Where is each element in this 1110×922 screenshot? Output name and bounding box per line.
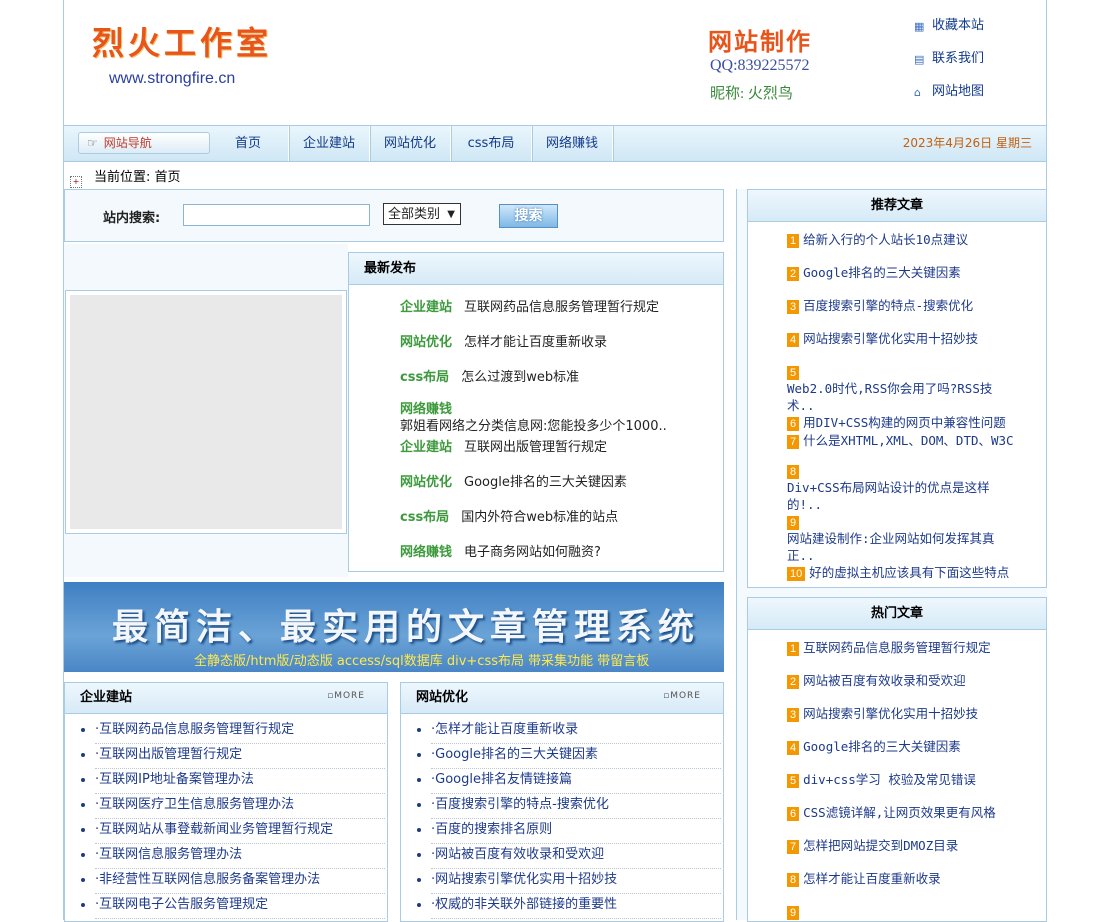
search-button[interactable]: 搜索 (499, 204, 558, 228)
list-item[interactable]: ·互联网医疗卫生信息服务管理办法 (95, 794, 385, 819)
list-item[interactable]: 5 Web2.0时代,RSS你会用了吗?RSS技术.. (787, 363, 1019, 414)
home-icon: ⌂ (914, 86, 921, 99)
list-item[interactable]: ·网站搜索引擎优化实用十招妙技 (431, 869, 721, 894)
list-item[interactable]: 8 Div+CSS布局网站设计的优点是这样的!.. (787, 462, 1019, 513)
site-url: www.strongfire.cn (109, 70, 236, 87)
list-item[interactable]: 网站优化 怎样才能让百度重新收录 (400, 331, 607, 350)
more-link[interactable]: ▫MORE (663, 691, 701, 701)
ad-nickname: 昵称: 火烈鸟 (710, 86, 793, 102)
list-item[interactable]: ·权威的非关联外部链接的重要性 (431, 894, 721, 919)
list-item[interactable]: ·怎样才能让百度重新收录 (431, 719, 721, 744)
nav-item-youhua[interactable]: 网站优化 (370, 126, 451, 161)
bookmark-icon: ▦ (914, 20, 925, 33)
right-column: 推荐文章 热门文章 1 给新入行的个人站长10点建议 2 Google排名的三大关键… (736, 189, 1047, 922)
category-select[interactable]: 全部类别 ▼ (383, 203, 461, 225)
nav-item-zhuanqian[interactable]: 网络赚钱 (532, 126, 613, 161)
list-item[interactable]: 9 网站建设制作:企业网站如何发挥其真正.. (787, 513, 1019, 564)
list-item[interactable]: ·互联网站从事登载新闻业务管理暂行规定 (95, 819, 385, 844)
list-item[interactable]: ·百度搜索引擎的特点-搜索优化 (431, 794, 721, 819)
list-item[interactable]: ·互联网出版管理暂行规定 (95, 744, 385, 769)
list-item[interactable]: 8 怎样才能让百度重新收录 (787, 870, 1019, 887)
list-item[interactable]: 3 百度搜索引擎的特点-搜索优化 (787, 297, 1019, 314)
ad-title: 网站制作 (708, 27, 812, 56)
list-item[interactable]: ·互联网电子公告服务管理规定 (95, 894, 385, 919)
list-item[interactable]: 网络赚钱 电子商务网站如何融资? (400, 541, 601, 560)
list-item[interactable]: ·互联网信息服务管理办法 (95, 844, 385, 869)
bookmark-link[interactable]: ▦ 收藏本站 (914, 14, 984, 47)
nav-label: ☞ 网站导航 (78, 132, 210, 154)
list-item[interactable]: ·非经营性互联网信息服务备案管理办法 (95, 869, 385, 894)
list-item[interactable]: 企业建站 互联网出版管理暂行规定 (400, 436, 607, 455)
location-marker-icon: + (70, 176, 82, 188)
ad-qq: QQ:839225572 (710, 57, 810, 74)
search-input[interactable] (183, 204, 370, 226)
list-item[interactable]: 1 互联网药品信息服务管理暂行规定 (787, 639, 1019, 656)
list-item[interactable]: 6 CSS滤镜详解,让网页效果更有风格 (787, 804, 1019, 821)
site-logo[interactable]: 烈火工作室 (92, 18, 272, 64)
banner-subtitle: 全静态版/htm版/动态版 access/sql数据库 div+css布局 带采… (194, 654, 650, 669)
current-date: 2023年4月26日 星期三 (902, 136, 1032, 150)
list-item[interactable]: css布局 怎么过渡到web标准 (400, 366, 579, 385)
list-item[interactable]: 7 怎样把网站提交到DMOZ目录 (787, 837, 1019, 854)
top-links: ▦ 收藏本站 ▤ 联系我们 ⌂ 网站地图 (914, 14, 984, 113)
hot-title: 热门文章 (748, 598, 1046, 630)
site-search: 站内搜索: 全部类别 ▼ 搜索 (64, 189, 724, 242)
list-item[interactable]: ·网站被百度有效收录和受欢迎 (431, 844, 721, 869)
list-item[interactable]: 10 好的虚拟主机应该具有下面这些特点 (787, 564, 1019, 581)
chevron-down-icon: ▼ (447, 209, 455, 220)
list-item[interactable]: ·百度的搜索排名原则 (431, 819, 721, 844)
list-item[interactable]: 5 div+css学习 校验及常见错误 (787, 771, 1019, 788)
image-slot (65, 290, 347, 534)
list-item[interactable]: 4 网站搜索引擎优化实用十招妙技 (787, 330, 1019, 347)
contact-link[interactable]: ▤ 联系我们 (914, 47, 984, 80)
nav-item-qiye[interactable]: 企业建站 (289, 126, 370, 161)
nav-items: 首页 企业建站 网站优化 css布局 网络赚钱 (208, 126, 613, 161)
list-item[interactable]: 9 (787, 903, 1019, 920)
list-item[interactable]: 2 网站被百度有效收录和受欢迎 (787, 672, 1019, 689)
qiye-box: 企业建站 ▫MORE ·互联网药品信息服务管理暂行规定 ·互联网出版管理暂行规定… (64, 682, 388, 922)
list-item[interactable]: 网站优化 Google排名的三大关键因素 (400, 471, 627, 490)
search-label: 站内搜索: (103, 211, 161, 226)
list-item[interactable]: 1 给新入行的个人站长10点建议 (787, 231, 1019, 248)
newest-title: 最新发布 (349, 253, 723, 285)
main-nav: ☞ 网站导航 首页 企业建站 网站优化 css布局 网络赚钱 2023年4月26日… (64, 125, 1046, 162)
list-item[interactable]: 7 什么是XHTML,XML、DOM、DTD、W3C (787, 432, 1019, 449)
sitemap-link[interactable]: ⌂ 网站地图 (914, 80, 984, 113)
list-item[interactable]: 4 Google排名的三大关键因素 (787, 738, 1019, 755)
page-container: 烈火工作室 www.strongfire.cn 网站制作 QQ:83922557… (63, 0, 1047, 922)
more-link[interactable]: ▫MORE (327, 691, 365, 701)
list-item[interactable]: ·互联网IP地址备案管理办法 (95, 769, 385, 794)
list-item[interactable]: 3 网站搜索引擎优化实用十招妙技 (787, 705, 1019, 722)
nav-item-css[interactable]: css布局 (451, 126, 532, 161)
list-item[interactable]: ·Google排名的三大关键因素 (431, 744, 721, 769)
list-item[interactable]: 企业建站 互联网药品信息服务管理暂行规定 (400, 296, 659, 315)
youhua-list: ·怎样才能让百度重新收录 ·Google排名的三大关键因素 ·Google排名友… (401, 719, 721, 919)
youhua-box: 网站优化 ▫MORE ·怎样才能让百度重新收录 ·Google排名的三大关键因素… (400, 682, 724, 922)
list-item[interactable]: 2 Google排名的三大关键因素 (787, 264, 1019, 281)
promo-banner[interactable]: 最简洁、最实用的文章管理系统 全静态版/htm版/动态版 access/sql数… (64, 582, 724, 672)
nav-item-home[interactable]: 首页 (208, 126, 289, 161)
pointing-hand-icon: ☞ (87, 136, 98, 150)
list-item[interactable]: ·Google排名友情链接篇 (431, 769, 721, 794)
recommend-title: 推荐文章 (748, 190, 1046, 222)
list-item[interactable]: ·互联网药品信息服务管理暂行规定 (95, 719, 385, 744)
list-item[interactable]: 6 用DIV+CSS构建的网页中兼容性问题 (787, 414, 1019, 431)
breadcrumb-current[interactable]: 首页 (155, 170, 181, 185)
contact-icon: ▤ (914, 53, 925, 66)
list-item[interactable]: 网络赚钱 郭姐看网络之分类信息网:您能投多少个1000.. (400, 401, 667, 435)
image-placeholder (70, 295, 342, 529)
list-item[interactable]: css布局 国内外符合web标准的站点 (400, 506, 618, 525)
breadcrumb: + 当前位置: 首页 (70, 166, 181, 188)
qiye-list: ·互联网药品信息服务管理暂行规定 ·互联网出版管理暂行规定 ·互联网IP地址备案… (65, 719, 385, 919)
banner-title: 最简洁、最实用的文章管理系统 (112, 606, 701, 648)
